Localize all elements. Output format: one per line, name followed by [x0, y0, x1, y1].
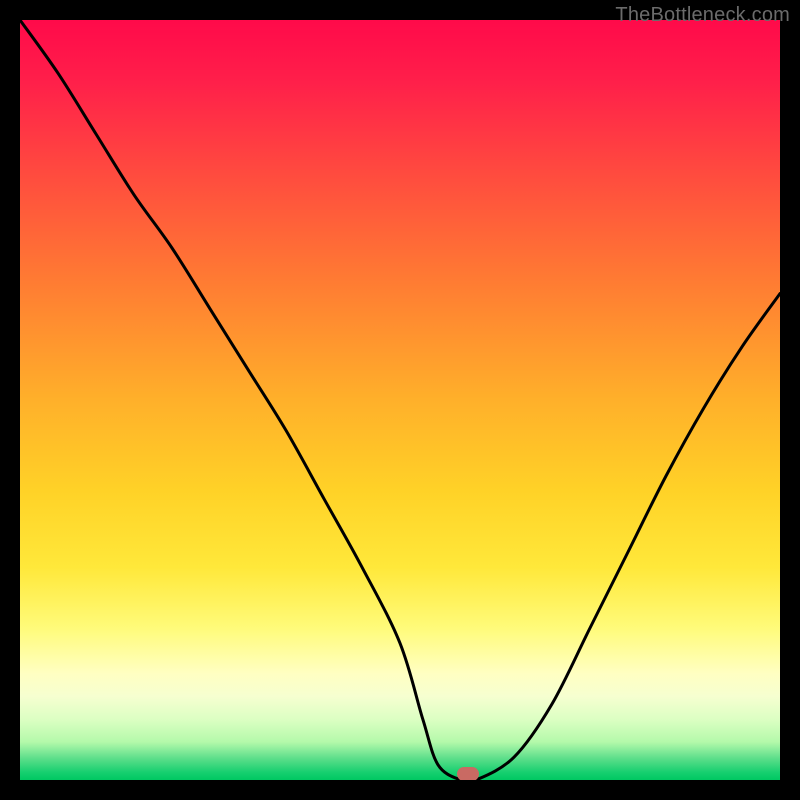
optimal-point-marker: [457, 767, 479, 780]
chart-frame: TheBottleneck.com: [0, 0, 800, 800]
plot-area: [20, 20, 780, 780]
watermark-text: TheBottleneck.com: [615, 4, 790, 27]
bottleneck-curve: [20, 20, 780, 780]
